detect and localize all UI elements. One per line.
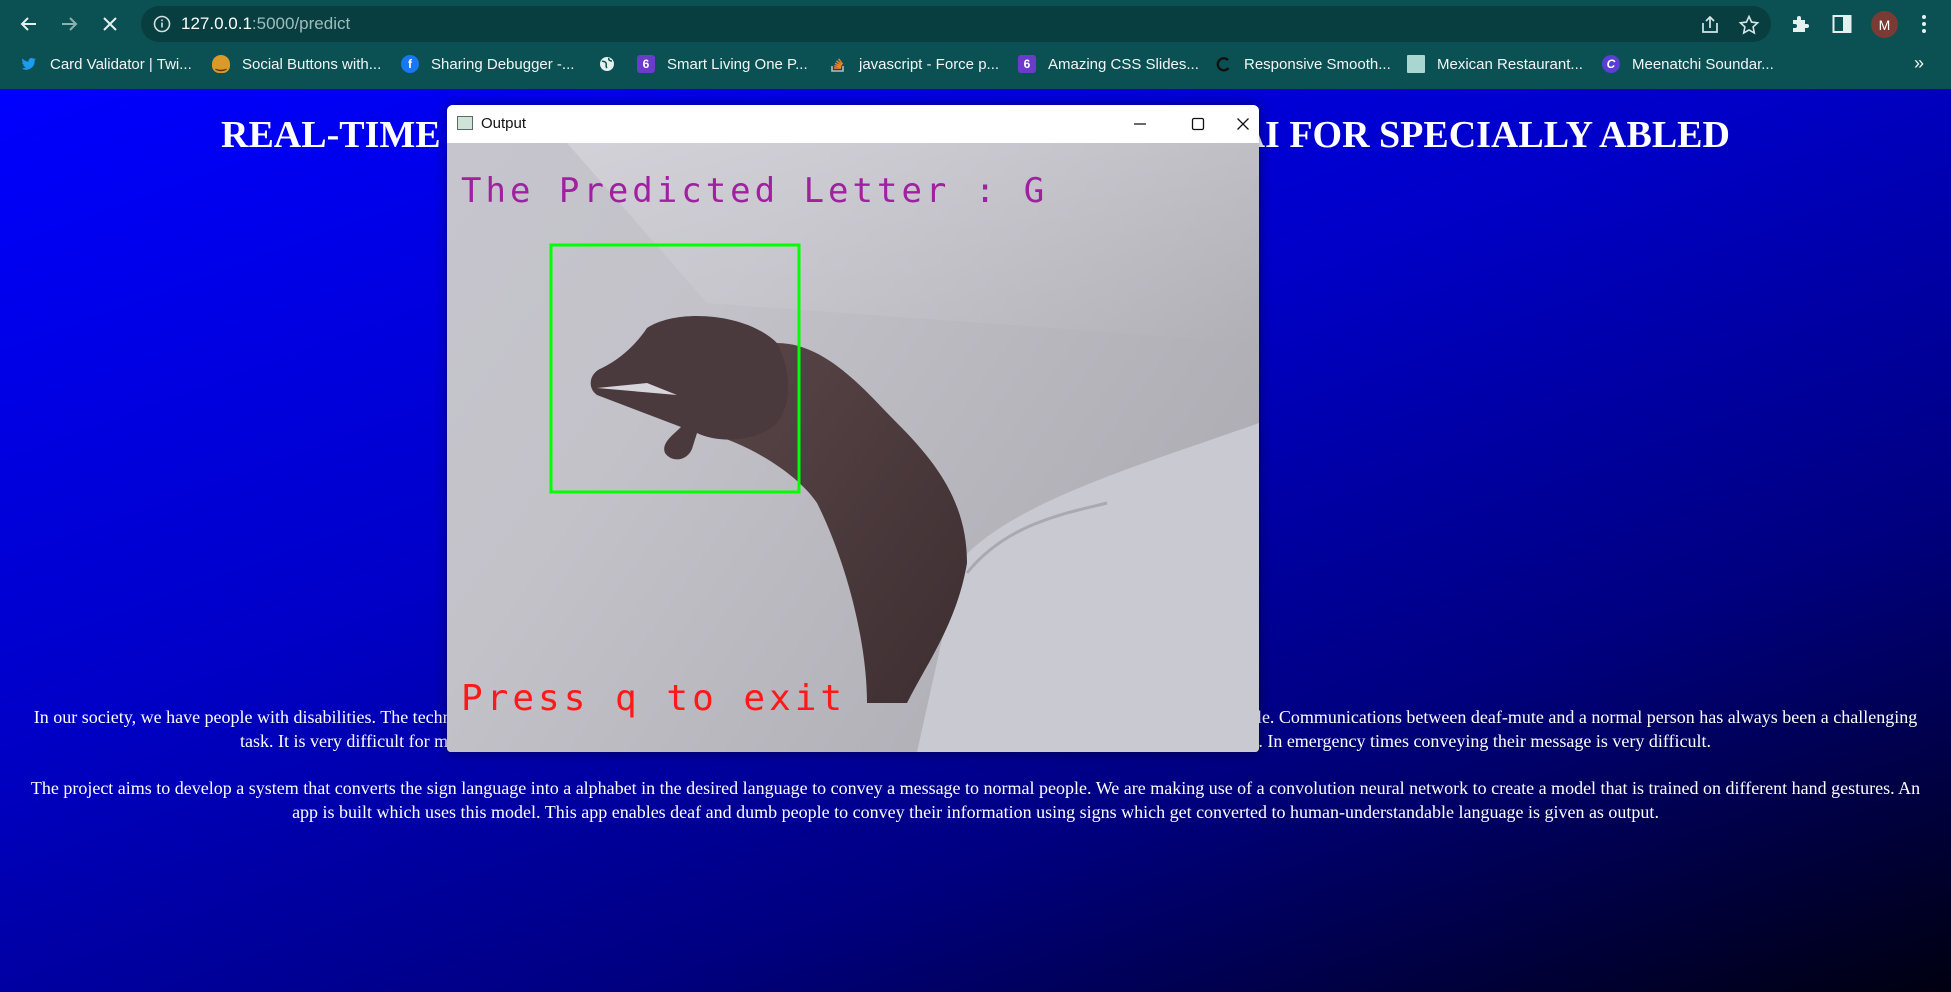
webcam-scene <box>549 143 1259 752</box>
webcam-frame: The Predicted Letter : G Press q to exit <box>447 143 1259 752</box>
bookmark-label: Responsive Smooth... <box>1244 55 1391 73</box>
close-icon <box>103 17 117 31</box>
minimize-icon <box>1134 123 1146 125</box>
project-aim-paragraph: The project aims to develop a system tha… <box>30 778 1921 822</box>
output-window[interactable]: Output The Predicted Letter: G Press q … <box>447 105 1259 752</box>
bookmark-card-validator[interactable]: Card Validator | Twi... <box>20 53 192 75</box>
number-six-icon: 6 <box>1018 55 1036 73</box>
bookmark-amazing-css[interactable]: 6 Amazing CSS Slides... <box>1018 53 1199 75</box>
predicted-letter-text: The Predicted Letter : G <box>461 171 1049 211</box>
close-icon <box>1237 118 1249 130</box>
bookmark-label: javascript - Force p... <box>859 55 1000 73</box>
minimize-button[interactable] <box>1111 105 1169 143</box>
bookmark-label: Meenatchi Soundar... <box>1632 55 1774 73</box>
bookmark-label: Amazing CSS Slides... <box>1048 55 1199 73</box>
arrow-right-icon <box>62 17 78 31</box>
smiley-face-icon: ‿ <box>212 55 230 73</box>
stack-overflow-icon <box>829 55 847 73</box>
bookmark-meenatchi[interactable]: C Meenatchi Soundar... <box>1602 53 1774 75</box>
browser-chrome: 127.0.0.1:5000/predict M Card Validator … <box>0 0 1951 89</box>
bookmark-mexican-restaurant[interactable]: Mexican Restaurant... <box>1407 53 1583 75</box>
stop-loading-button[interactable] <box>94 8 126 40</box>
side-panel-icon[interactable] <box>1830 12 1854 36</box>
window-app-icon <box>457 116 473 130</box>
bookmark-sharing-debugger[interactable]: f Sharing Debugger -... <box>401 53 574 75</box>
info-icon[interactable] <box>153 15 171 33</box>
image-placeholder-icon <box>1407 55 1425 73</box>
address-bar[interactable]: 127.0.0.1:5000/predict <box>141 6 1771 42</box>
bookmarks-bar: Card Validator | Twi... ‿ Social Buttons… <box>0 49 1951 79</box>
facebook-icon: f <box>401 55 419 73</box>
letter-c-icon: C <box>1602 55 1620 73</box>
url-host: 127.0.0.1 <box>181 14 252 33</box>
number-six-icon: 6 <box>637 55 655 73</box>
globe-icon <box>598 55 616 73</box>
bookmark-responsive-smooth[interactable]: Responsive Smooth... <box>1214 53 1391 75</box>
maximize-button[interactable] <box>1169 105 1227 143</box>
twitter-bird-icon <box>20 55 38 73</box>
bookmark-label: Card Validator | Twi... <box>50 55 192 73</box>
url-text[interactable]: 127.0.0.1:5000/predict <box>181 14 350 34</box>
exit-instruction-text: Press q to exit <box>461 678 847 719</box>
codepen-swirl-icon <box>1214 55 1232 73</box>
bookmark-label: Sharing Debugger -... <box>431 55 575 73</box>
forward-button[interactable] <box>53 8 85 40</box>
bookmark-javascript[interactable]: javascript - Force p... <box>829 53 999 75</box>
star-icon[interactable] <box>1738 14 1760 36</box>
kebab-menu-icon[interactable] <box>1912 12 1936 36</box>
arrow-left-icon <box>20 17 36 31</box>
close-window-button[interactable] <box>1227 105 1259 143</box>
puzzle-piece-icon[interactable] <box>1789 12 1813 36</box>
bookmark-social-buttons[interactable]: ‿ Social Buttons with... <box>212 53 381 75</box>
url-path: :5000/predict <box>251 14 351 33</box>
bookmark-label: Social Buttons with... <box>242 55 382 73</box>
maximize-icon <box>1191 117 1205 131</box>
bookmark-label: Smart Living One P... <box>667 55 808 73</box>
bookmark-globe[interactable] <box>598 53 616 75</box>
avatar[interactable]: M <box>1871 11 1898 38</box>
bookmark-smart-living[interactable]: 6 Smart Living One P... <box>637 53 808 75</box>
more-bookmarks-button[interactable]: » <box>1914 53 1924 74</box>
sleeve-shape <box>917 423 1259 752</box>
bookmark-label: Mexican Restaurant... <box>1437 55 1583 73</box>
share-icon[interactable] <box>1699 14 1721 36</box>
window-title: Output <box>481 115 527 132</box>
window-titlebar[interactable]: Output <box>447 105 1259 143</box>
back-button[interactable] <box>13 8 45 40</box>
browser-toolbar: 127.0.0.1:5000/predict M <box>0 0 1951 48</box>
